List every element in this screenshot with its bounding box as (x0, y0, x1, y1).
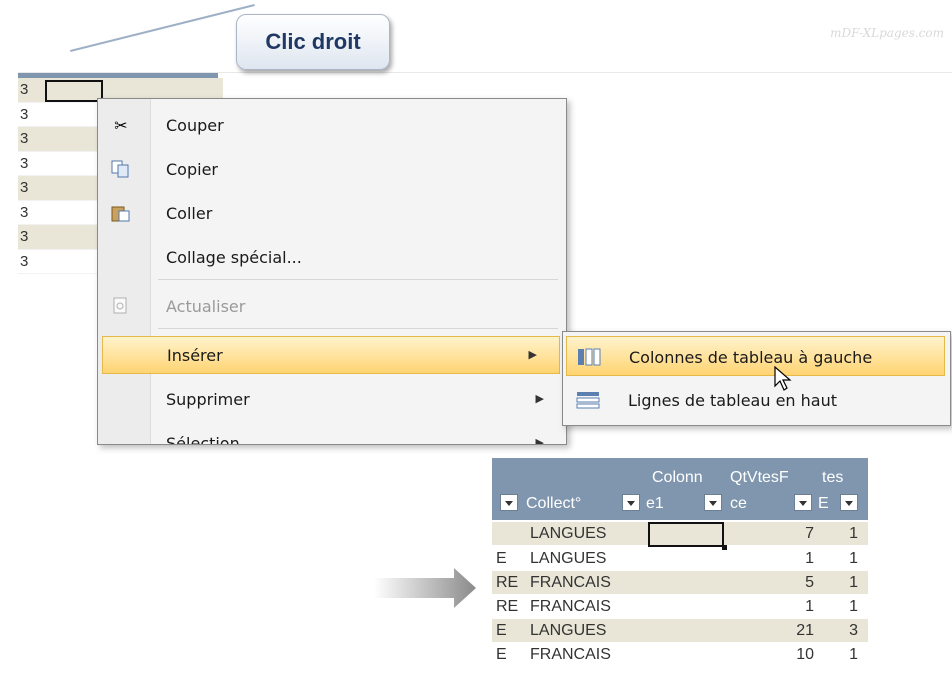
table-row[interactable]: E FRANCAIS 10 1 (492, 643, 868, 666)
column-header-tes: tes (822, 469, 844, 486)
menu-item-selection[interactable]: Sélection ▶ (98, 425, 566, 445)
table-row[interactable]: E LANGUES 1 1 (492, 547, 868, 570)
selected-cell[interactable] (45, 80, 103, 102)
callout-pointer (70, 4, 255, 52)
transition-arrow-icon (374, 568, 476, 608)
watermark: mDF-XLpages.com (830, 26, 944, 40)
submenu-arrow-icon: ▶ (528, 348, 537, 361)
copy-icon (110, 160, 132, 180)
table-row[interactable]: RE FRANCAIS 1 1 (492, 595, 868, 618)
insert-rows-icon (576, 390, 600, 410)
menu-item-collage-special[interactable]: Collage spécial... (98, 239, 566, 277)
filter-dropdown-button[interactable] (840, 494, 858, 511)
menu-item-coller[interactable]: Coller (98, 195, 566, 233)
right-click-callout: Clic droit (236, 14, 390, 70)
column-header-qtvtes: QtVtesF (730, 469, 789, 486)
context-menu: ✂ Couper Copier Coller Collage spécial..… (97, 98, 567, 445)
column-header-qtvtes-wrap: ce (730, 495, 747, 512)
submenu-item-colonnes-gauche[interactable]: Colonnes de tableau à gauche (566, 336, 945, 376)
menu-item-supprimer[interactable]: Supprimer ▶ (98, 381, 566, 419)
table-header: Collect° Colonn e1 QtVtesF ce tes E (492, 458, 868, 520)
submenu-arrow-icon: ▶ (535, 392, 544, 405)
new-column-selected-cell[interactable] (648, 522, 727, 550)
scissors-icon: ✂ (114, 116, 128, 135)
table-row[interactable]: E LANGUES 21 3 (492, 619, 868, 642)
paste-icon (110, 204, 132, 224)
filter-dropdown-button[interactable] (794, 494, 812, 511)
filter-dropdown-button[interactable] (500, 494, 518, 511)
menu-item-actualiser[interactable]: Actualiser (98, 288, 566, 326)
filter-dropdown-button[interactable] (622, 494, 640, 511)
menu-item-copier[interactable]: Copier (98, 151, 566, 189)
insert-columns-icon (577, 347, 601, 367)
column-header-collect: Collect° (526, 495, 582, 512)
column-header-colonne1-wrap: e1 (646, 495, 664, 512)
column-header-tes-wrap: E (818, 495, 829, 512)
filter-dropdown-button[interactable] (704, 494, 722, 511)
menu-separator (158, 279, 558, 280)
column-header-colonne1: Colonn (652, 469, 703, 486)
mouse-cursor-icon (774, 365, 792, 396)
menu-separator (158, 328, 558, 329)
submenu-item-lignes-haut[interactable]: Lignes de tableau en haut (566, 380, 945, 420)
menu-item-couper[interactable]: ✂ Couper (98, 107, 566, 145)
result-table: Collect° Colonn e1 QtVtesF ce tes E LANG… (492, 458, 868, 684)
insert-submenu: Colonnes de tableau à gauche Lignes de t… (562, 331, 951, 426)
table-row[interactable]: RE FRANCAIS 5 1 (492, 571, 868, 594)
menu-item-inserer[interactable]: Insérer ▶ (102, 336, 560, 374)
refresh-icon (110, 297, 132, 317)
submenu-arrow-icon: ▶ (535, 436, 544, 445)
